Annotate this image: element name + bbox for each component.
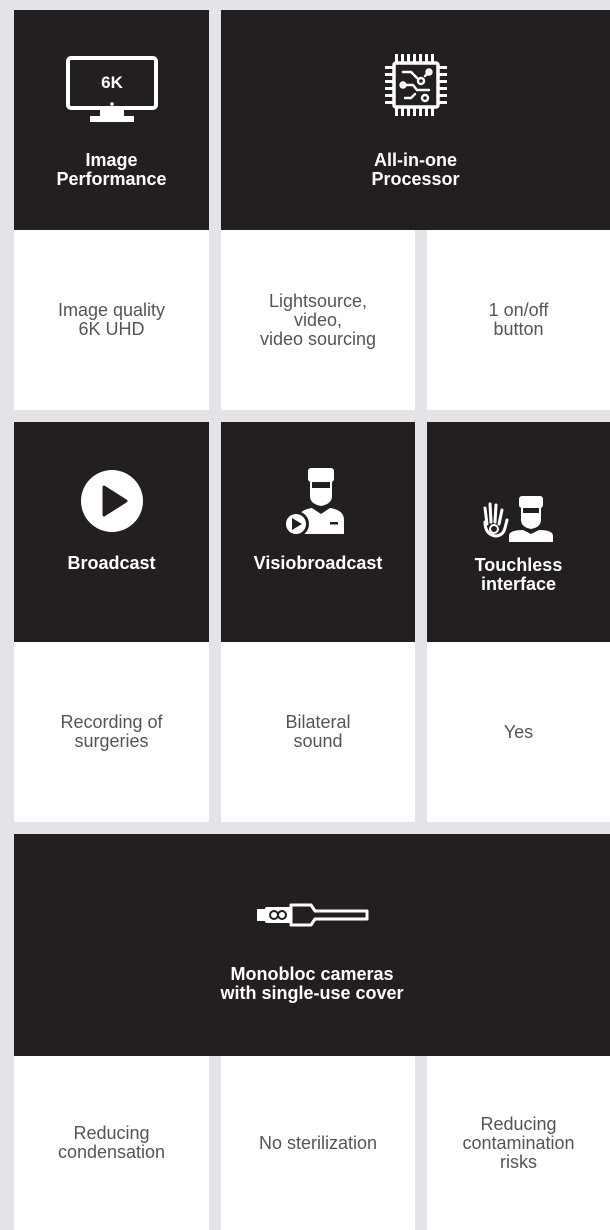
surgeon-hand-icon xyxy=(483,496,553,542)
reducing-contamination-value: Reducing contamination risks xyxy=(427,1056,610,1230)
processor-title: All-in-one Processor xyxy=(371,150,460,189)
touchless-title: Touchless interface xyxy=(474,555,563,594)
broadcast-title: Broadcast xyxy=(67,553,156,573)
image-performance-header: 6K Image Performance xyxy=(14,10,209,230)
processor-header: All-in-one Processor xyxy=(221,10,610,230)
image-performance-title: Image Performance xyxy=(56,150,167,189)
touchless-header: Touchless interface xyxy=(427,422,610,642)
touchless-value: Yes xyxy=(427,642,610,822)
play-circle-icon xyxy=(80,470,143,532)
bilateral-sound-value: Bilateral sound xyxy=(221,642,415,822)
broadcast-header: Broadcast xyxy=(14,422,209,642)
image-quality-value: Image quality 6K UHD xyxy=(14,230,209,410)
visiobroadcast-header: Visiobroadcast xyxy=(221,422,415,642)
visiobroadcast-title: Visiobroadcast xyxy=(253,553,383,573)
monobloc-title: Monobloc cameras with single-use cover xyxy=(220,964,404,1003)
monitor-6k-icon: 6K xyxy=(65,56,158,122)
on-off-button-value: 1 on/off button xyxy=(427,230,610,410)
monobloc-header: Monobloc cameras with single-use cover xyxy=(14,834,610,1056)
monitor-label: 6K xyxy=(101,73,123,92)
processor-functions-value: Lightsource, video, video sourcing xyxy=(221,230,415,410)
surgeon-play-icon xyxy=(283,468,344,537)
camera-device-icon xyxy=(257,903,369,927)
no-sterilization-value: No sterilization xyxy=(221,1056,415,1230)
reducing-condensation-value: Reducing condensation xyxy=(14,1056,209,1230)
processor-chip-icon xyxy=(384,54,447,116)
recording-value: Recording of surgeries xyxy=(14,642,209,822)
